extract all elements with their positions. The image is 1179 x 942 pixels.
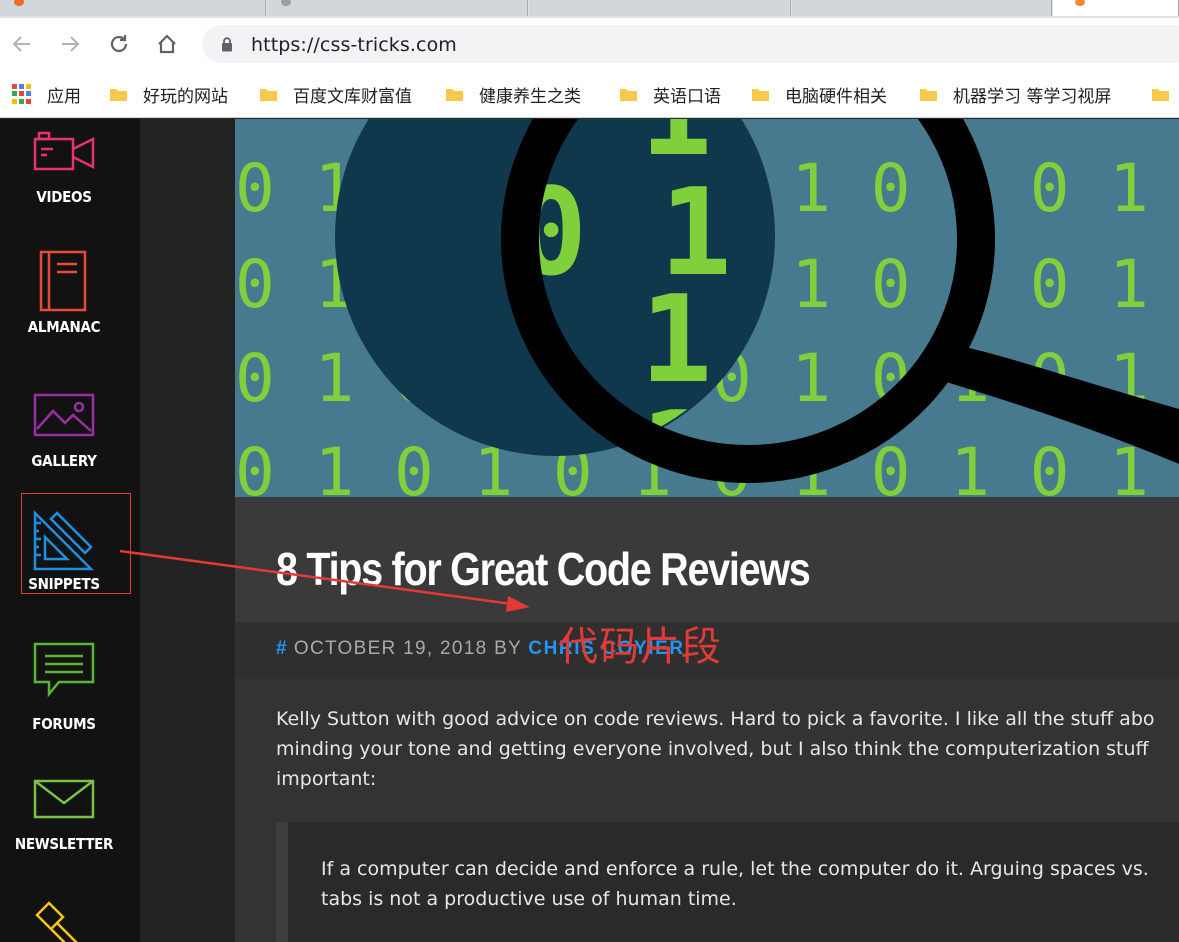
annotation-arrow bbox=[119, 549, 530, 612]
annotation-label: 代码片段 bbox=[558, 624, 722, 670]
